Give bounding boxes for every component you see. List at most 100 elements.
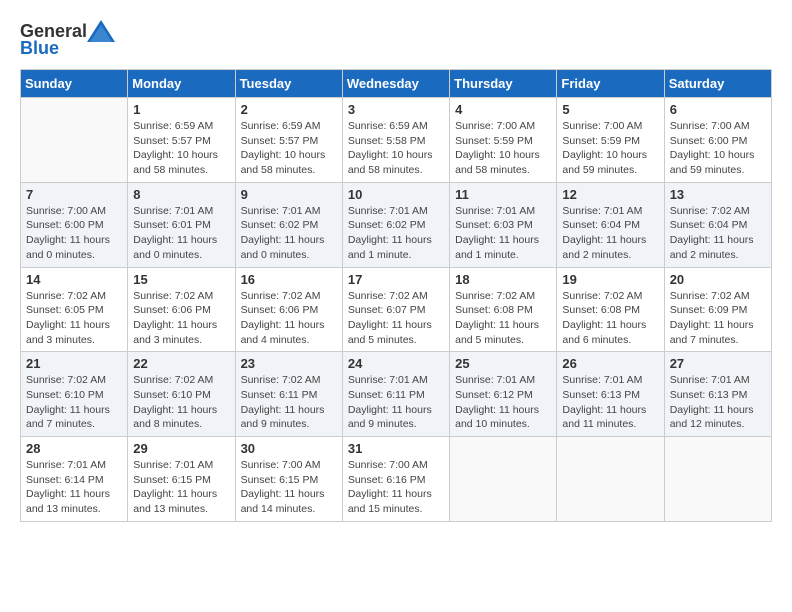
calendar-day-cell: 5 Sunrise: 7:00 AMSunset: 5:59 PMDaylight… [557, 98, 664, 183]
calendar-day-cell: 11 Sunrise: 7:01 AMSunset: 6:03 PMDayligh… [450, 182, 557, 267]
day-number: 12 [562, 187, 658, 202]
day-info: Sunrise: 7:01 AMSunset: 6:11 PMDaylight:… [348, 373, 444, 432]
day-info: Sunrise: 7:01 AMSunset: 6:12 PMDaylight:… [455, 373, 551, 432]
day-info: Sunrise: 7:00 AMSunset: 6:00 PMDaylight:… [26, 204, 122, 263]
calendar-day-cell: 14 Sunrise: 7:02 AMSunset: 6:05 PMDayligh… [21, 267, 128, 352]
day-number: 30 [241, 441, 337, 456]
calendar-day-cell: 26Sunrise: 7:01 AMSunset: 6:13 PMDayligh… [557, 352, 664, 437]
day-number: 1 [133, 102, 229, 117]
day-number: 11 [455, 187, 551, 202]
day-number: 6 [670, 102, 766, 117]
day-info: Sunrise: 7:00 AMSunset: 6:00 PMDaylight:… [670, 119, 766, 178]
day-info: Sunrise: 6:59 AMSunset: 5:58 PMDaylight:… [348, 119, 444, 178]
day-info: Sunrise: 7:01 AMSunset: 6:02 PMDaylight:… [348, 204, 444, 263]
day-info: Sunrise: 7:02 AMSunset: 6:07 PMDaylight:… [348, 289, 444, 348]
page-header: General Blue [20, 20, 772, 59]
calendar-day-cell: 25 Sunrise: 7:01 AMSunset: 6:12 PMDayligh… [450, 352, 557, 437]
calendar-day-cell: 13 Sunrise: 7:02 AMSunset: 6:04 PMDayligh… [664, 182, 771, 267]
calendar-week-row: 28Sunrise: 7:01 AMSunset: 6:14 PMDayligh… [21, 437, 772, 522]
weekday-header-row: SundayMondayTuesdayWednesdayThursdayFrid… [21, 70, 772, 98]
calendar-day-cell: 9Sunrise: 7:01 AMSunset: 6:02 PMDaylight… [235, 182, 342, 267]
day-number: 22 [133, 356, 229, 371]
calendar-day-cell: 19 Sunrise: 7:02 AMSunset: 6:08 PMDayligh… [557, 267, 664, 352]
calendar-day-cell: 29 Sunrise: 7:01 AMSunset: 6:15 PMDayligh… [128, 437, 235, 522]
day-info: Sunrise: 7:02 AMSunset: 6:11 PMDaylight:… [241, 373, 337, 432]
calendar-day-cell: 1 Sunrise: 6:59 AMSunset: 5:57 PMDaylight… [128, 98, 235, 183]
day-number: 4 [455, 102, 551, 117]
day-number: 24 [348, 356, 444, 371]
calendar-week-row: 7 Sunrise: 7:00 AMSunset: 6:00 PMDaylight… [21, 182, 772, 267]
logo-arrow-icon [87, 20, 115, 42]
weekday-header-monday: Monday [128, 70, 235, 98]
calendar-day-cell [21, 98, 128, 183]
calendar-week-row: 21Sunrise: 7:02 AMSunset: 6:10 PMDayligh… [21, 352, 772, 437]
day-info: Sunrise: 7:01 AMSunset: 6:03 PMDaylight:… [455, 204, 551, 263]
calendar-day-cell: 2Sunrise: 6:59 AMSunset: 5:57 PMDaylight… [235, 98, 342, 183]
day-info: Sunrise: 7:00 AMSunset: 6:16 PMDaylight:… [348, 458, 444, 517]
day-info: Sunrise: 7:00 AMSunset: 5:59 PMDaylight:… [455, 119, 551, 178]
day-info: Sunrise: 7:02 AMSunset: 6:06 PMDaylight:… [241, 289, 337, 348]
calendar-day-cell: 17 Sunrise: 7:02 AMSunset: 6:07 PMDayligh… [342, 267, 449, 352]
calendar-day-cell: 3 Sunrise: 6:59 AMSunset: 5:58 PMDaylight… [342, 98, 449, 183]
calendar-day-cell: 27 Sunrise: 7:01 AMSunset: 6:13 PMDayligh… [664, 352, 771, 437]
calendar-day-cell: 21Sunrise: 7:02 AMSunset: 6:10 PMDayligh… [21, 352, 128, 437]
day-number: 14 [26, 272, 122, 287]
logo: General Blue [20, 20, 115, 59]
day-number: 29 [133, 441, 229, 456]
day-number: 5 [562, 102, 658, 117]
day-number: 27 [670, 356, 766, 371]
day-number: 17 [348, 272, 444, 287]
weekday-header-friday: Friday [557, 70, 664, 98]
calendar-day-cell: 12 Sunrise: 7:01 AMSunset: 6:04 PMDayligh… [557, 182, 664, 267]
weekday-header-thursday: Thursday [450, 70, 557, 98]
day-number: 16 [241, 272, 337, 287]
day-info: Sunrise: 7:02 AMSunset: 6:09 PMDaylight:… [670, 289, 766, 348]
calendar-day-cell: 28Sunrise: 7:01 AMSunset: 6:14 PMDayligh… [21, 437, 128, 522]
weekday-header-sunday: Sunday [21, 70, 128, 98]
day-info: Sunrise: 7:01 AMSunset: 6:01 PMDaylight:… [133, 204, 229, 263]
day-info: Sunrise: 7:01 AMSunset: 6:04 PMDaylight:… [562, 204, 658, 263]
day-number: 7 [26, 187, 122, 202]
calendar-day-cell: 22 Sunrise: 7:02 AMSunset: 6:10 PMDayligh… [128, 352, 235, 437]
day-info: Sunrise: 7:00 AMSunset: 6:15 PMDaylight:… [241, 458, 337, 517]
day-info: Sunrise: 7:02 AMSunset: 6:06 PMDaylight:… [133, 289, 229, 348]
day-number: 28 [26, 441, 122, 456]
day-info: Sunrise: 7:01 AMSunset: 6:15 PMDaylight:… [133, 458, 229, 517]
day-info: Sunrise: 6:59 AMSunset: 5:57 PMDaylight:… [133, 119, 229, 178]
day-number: 20 [670, 272, 766, 287]
day-info: Sunrise: 7:00 AMSunset: 5:59 PMDaylight:… [562, 119, 658, 178]
day-number: 8 [133, 187, 229, 202]
weekday-header-tuesday: Tuesday [235, 70, 342, 98]
weekday-header-wednesday: Wednesday [342, 70, 449, 98]
calendar-week-row: 1 Sunrise: 6:59 AMSunset: 5:57 PMDaylight… [21, 98, 772, 183]
day-info: Sunrise: 7:01 AMSunset: 6:13 PMDaylight:… [670, 373, 766, 432]
day-number: 3 [348, 102, 444, 117]
day-info: Sunrise: 6:59 AMSunset: 5:57 PMDaylight:… [241, 119, 337, 178]
day-number: 15 [133, 272, 229, 287]
calendar-day-cell: 23 Sunrise: 7:02 AMSunset: 6:11 PMDayligh… [235, 352, 342, 437]
logo-blue-text: Blue [20, 38, 59, 59]
day-info: Sunrise: 7:02 AMSunset: 6:10 PMDaylight:… [133, 373, 229, 432]
weekday-header-saturday: Saturday [664, 70, 771, 98]
calendar-day-cell: 6 Sunrise: 7:00 AMSunset: 6:00 PMDaylight… [664, 98, 771, 183]
calendar-week-row: 14 Sunrise: 7:02 AMSunset: 6:05 PMDayligh… [21, 267, 772, 352]
day-number: 25 [455, 356, 551, 371]
day-info: Sunrise: 7:01 AMSunset: 6:02 PMDaylight:… [241, 204, 337, 263]
day-info: Sunrise: 7:02 AMSunset: 6:04 PMDaylight:… [670, 204, 766, 263]
calendar-day-cell [450, 437, 557, 522]
day-info: Sunrise: 7:02 AMSunset: 6:08 PMDaylight:… [562, 289, 658, 348]
calendar-day-cell [664, 437, 771, 522]
calendar-day-cell: 10Sunrise: 7:01 AMSunset: 6:02 PMDayligh… [342, 182, 449, 267]
day-info: Sunrise: 7:02 AMSunset: 6:05 PMDaylight:… [26, 289, 122, 348]
calendar-day-cell: 18Sunrise: 7:02 AMSunset: 6:08 PMDayligh… [450, 267, 557, 352]
day-info: Sunrise: 7:01 AMSunset: 6:13 PMDaylight:… [562, 373, 658, 432]
day-number: 18 [455, 272, 551, 287]
day-number: 13 [670, 187, 766, 202]
calendar-day-cell: 31 Sunrise: 7:00 AMSunset: 6:16 PMDayligh… [342, 437, 449, 522]
day-info: Sunrise: 7:02 AMSunset: 6:10 PMDaylight:… [26, 373, 122, 432]
calendar-day-cell: 15 Sunrise: 7:02 AMSunset: 6:06 PMDayligh… [128, 267, 235, 352]
calendar-table: SundayMondayTuesdayWednesdayThursdayFrid… [20, 69, 772, 522]
day-number: 23 [241, 356, 337, 371]
day-number: 31 [348, 441, 444, 456]
day-number: 19 [562, 272, 658, 287]
